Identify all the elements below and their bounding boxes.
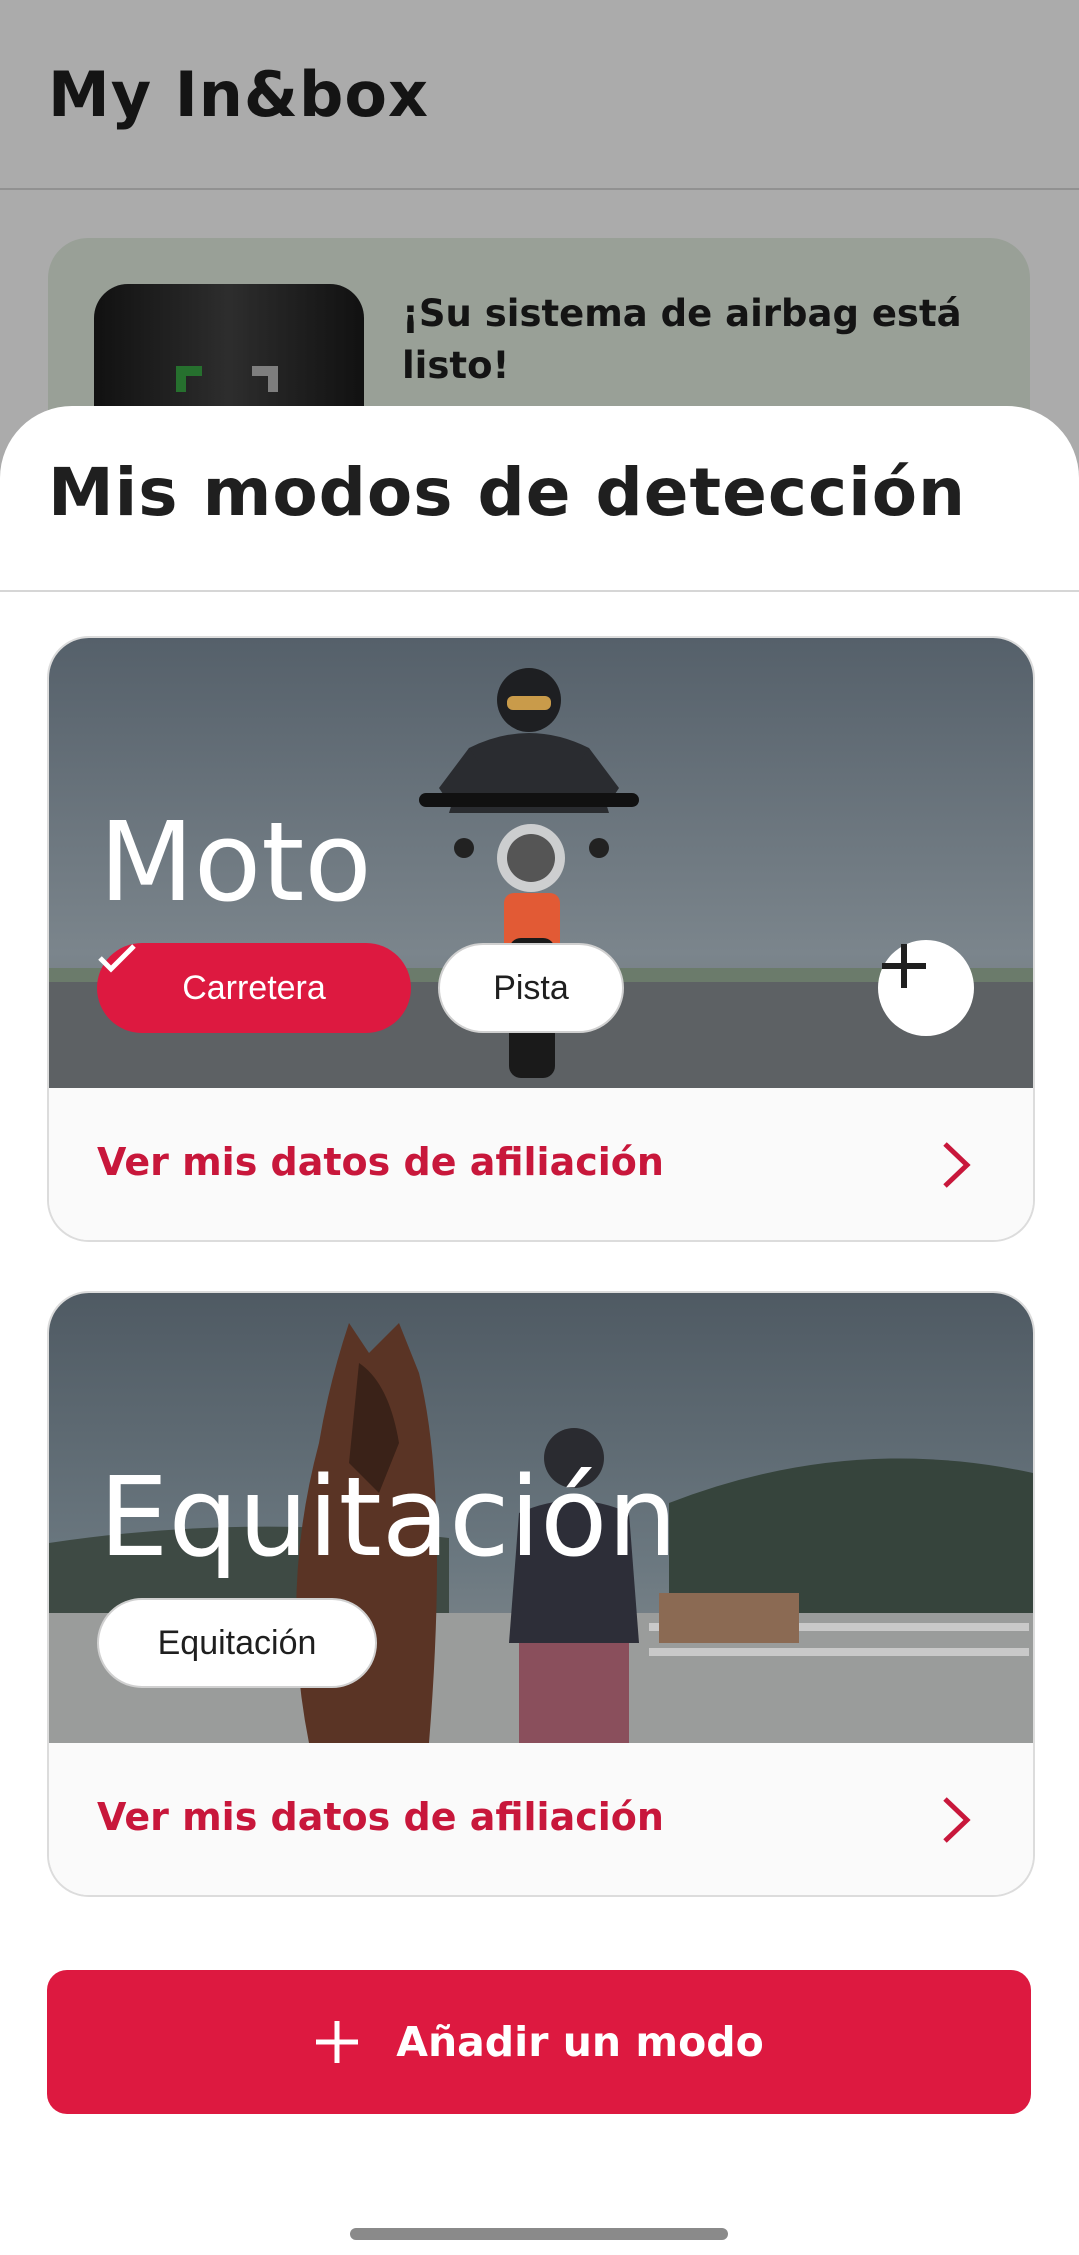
plus-icon: [316, 2021, 359, 2063]
moto-hero-image: Moto Carretera Pista: [49, 638, 1033, 1088]
affiliation-link[interactable]: Ver mis datos de afiliación: [97, 1795, 664, 1839]
affiliation-link-row[interactable]: Ver mis datos de afiliación: [49, 1088, 1033, 1240]
mode-title: Moto: [99, 798, 372, 926]
divider: [0, 590, 1079, 592]
affiliation-link-row[interactable]: Ver mis datos de afiliación: [49, 1743, 1033, 1895]
chip-label: Equitación: [157, 1623, 317, 1662]
chip-label: Carretera: [182, 968, 326, 1007]
mode-card-moto: Moto Carretera Pista Ver mis datos de af…: [47, 636, 1035, 1242]
add-mode-button[interactable]: Añadir un modo: [47, 1970, 1031, 2114]
submode-chip-pista[interactable]: Pista: [438, 943, 624, 1033]
add-mode-label: Añadir un modo: [396, 2018, 764, 2066]
affiliation-link[interactable]: Ver mis datos de afiliación: [97, 1140, 664, 1184]
add-submode-button[interactable]: [878, 940, 974, 1036]
submode-chip-equitacion[interactable]: Equitación: [97, 1598, 377, 1688]
mode-card-equitacion: Equitación Equitación Ver mis datos de a…: [47, 1291, 1035, 1897]
chevron-right-icon: [943, 1142, 971, 1188]
submode-chip-carretera[interactable]: Carretera: [97, 943, 411, 1033]
check-icon: [98, 944, 136, 973]
sheet-title: Mis modos de detección: [48, 454, 967, 531]
home-indicator[interactable]: [350, 2228, 728, 2240]
plus-icon: [882, 944, 926, 988]
detection-modes-sheet: Mis modos de detección Moto Carretera Pi…: [0, 406, 1079, 2255]
mode-title: Equitación: [99, 1453, 678, 1581]
chip-label: Pista: [493, 968, 569, 1007]
chevron-right-icon: [943, 1797, 971, 1843]
equitacion-hero-image: Equitación Equitación: [49, 1293, 1033, 1743]
